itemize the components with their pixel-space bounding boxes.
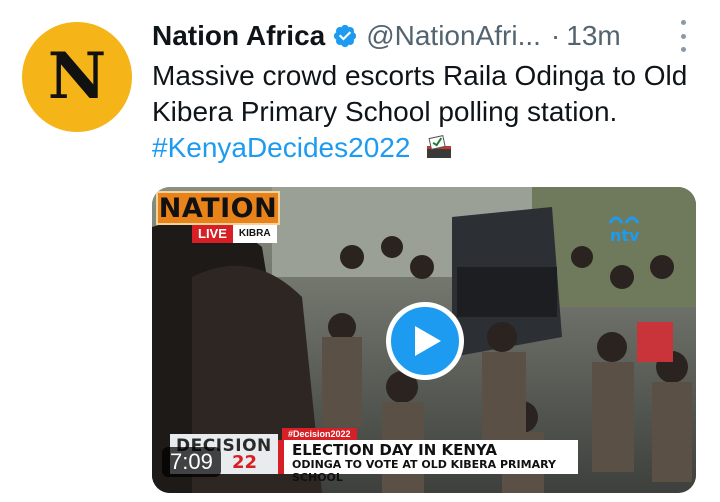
video-player[interactable]: NATION LIVE KIBRA ntv DECISION 22 #Decis… — [152, 187, 696, 493]
tweet-header: Nation Africa @NationAfri... · 13m — [152, 14, 700, 58]
more-options-icon[interactable] — [676, 20, 690, 52]
headline-box: ELECTION DAY IN KENYA ODINGA TO VOTE AT … — [278, 440, 578, 484]
live-indicator: LIVE KIBRA — [192, 225, 277, 243]
ntv-logo-text: ntv — [610, 226, 640, 245]
location-label: KIBRA — [232, 225, 277, 243]
avatar[interactable]: N — [22, 22, 132, 132]
play-icon — [415, 326, 441, 356]
play-button[interactable] — [386, 302, 464, 380]
news-lower-third: DECISION 22 #Decision2022 ELECTION DAY I… — [170, 428, 578, 484]
ticker-headline: ELECTION DAY IN KENYA — [292, 441, 497, 459]
avatar-letter: N — [47, 39, 107, 114]
ticker-tag: #Decision2022 — [282, 428, 357, 440]
separator-dot: · — [550, 20, 561, 51]
timestamp[interactable]: 13m — [566, 20, 620, 52]
ntv-logo-icon: ntv — [608, 216, 640, 245]
ballot-box-icon — [427, 135, 452, 158]
verified-badge-icon — [334, 24, 357, 48]
tweet-body: Massive crowd escorts Raila Odinga to Ol… — [152, 60, 688, 127]
video-duration: 7:09 — [162, 447, 221, 477]
hashtag-link[interactable]: #KenyaDecides2022 — [152, 132, 410, 163]
tweet-text: Massive crowd escorts Raila Odinga to Ol… — [152, 58, 700, 166]
account-handle[interactable]: @NationAfri... — [366, 20, 541, 52]
ticker-subheadline: ODINGA TO VOTE AT OLD KIBERA PRIMARY SCH… — [292, 458, 556, 484]
nation-logo: NATION — [156, 191, 280, 225]
account-name[interactable]: Nation Africa — [152, 20, 325, 52]
live-label: LIVE — [192, 225, 233, 243]
decision-year: 22 — [232, 452, 258, 473]
